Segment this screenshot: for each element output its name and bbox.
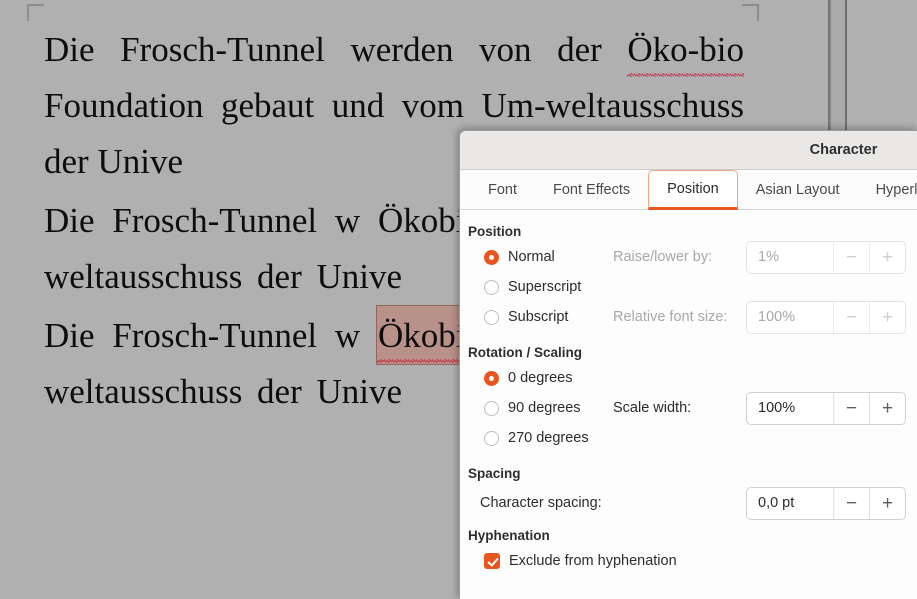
misspelled-word-oeko[interactable]: Öko-	[627, 22, 699, 78]
radio-item-0-degrees[interactable]: 0 degrees	[484, 370, 573, 386]
spinbox-raise-lower-value[interactable]: 1%	[747, 242, 833, 273]
character-dialog[interactable]: Character Font Font Effects Position Asi…	[459, 130, 917, 599]
row-subscript: Subscript Relative font size: 100% − +	[460, 300, 917, 334]
label-character-spacing: Character spacing:	[480, 495, 602, 511]
radio-item-superscript[interactable]: Superscript	[484, 279, 581, 295]
text-run: Foundation gebaut und vom Um-	[44, 86, 546, 125]
check-icon[interactable]	[484, 553, 500, 569]
radio-90-degrees-icon[interactable]	[484, 400, 499, 416]
raise-lower-decrement-button[interactable]: −	[833, 241, 869, 273]
section-title-spacing: Spacing	[468, 466, 521, 481]
spinbox-scale-width[interactable]: 100% − +	[746, 391, 906, 425]
dialog-title: Character	[809, 142, 878, 158]
row-0-degrees: 0 degrees	[460, 363, 917, 393]
scale-width-decrement-button[interactable]: −	[833, 392, 869, 424]
row-superscript: Superscript	[460, 272, 917, 302]
character-spacing-decrement-button[interactable]: −	[833, 487, 869, 519]
tab-font[interactable]: Font	[470, 170, 535, 209]
radio-0-degrees-icon[interactable]	[484, 370, 499, 386]
radio-item-normal[interactable]: Normal	[484, 249, 555, 265]
text-run: weltausschuss der Unive	[44, 372, 403, 411]
section-title-hyphenation: Hyphenation	[468, 528, 550, 543]
text-boundary-corner-top-right	[742, 4, 759, 21]
dialog-tab-strip[interactable]: Font Font Effects Position Asian Layout …	[460, 170, 917, 210]
tab-asian-layout[interactable]: Asian Layout	[738, 170, 858, 209]
radio-label-270-degrees: 270 degrees	[508, 430, 589, 446]
character-spacing-increment-button[interactable]: +	[869, 487, 905, 519]
row-exclude-hyphenation: Exclude from hyphenation	[460, 546, 917, 576]
text-run: Die Frosch-Tunnel w	[44, 201, 361, 240]
radio-subscript-icon[interactable]	[484, 309, 499, 325]
radio-item-subscript[interactable]: Subscript	[484, 309, 568, 325]
section-title-position: Position	[468, 224, 522, 239]
row-character-spacing: Character spacing: 0,0 pt − +	[460, 484, 917, 522]
label-raise-lower-by: Raise/lower by:	[613, 249, 713, 265]
relative-font-size-decrement-button[interactable]: −	[833, 301, 869, 333]
relative-font-size-increment-button[interactable]: +	[869, 301, 905, 333]
spinbox-scale-width-value[interactable]: 100%	[747, 393, 833, 424]
radio-item-270-degrees[interactable]: 270 degrees	[484, 430, 589, 446]
row-270-degrees: 270 degrees	[460, 423, 917, 453]
text-run: Die Frosch-Tunnel werden von der	[44, 30, 628, 69]
radio-normal-icon[interactable]	[484, 249, 499, 265]
raise-lower-increment-button[interactable]: +	[869, 241, 905, 273]
row-normal: Normal Raise/lower by: 1% − +	[460, 240, 917, 274]
checkbox-label-exclude-from-hyphenation: Exclude from hyphenation	[509, 553, 677, 569]
radio-label-normal: Normal	[508, 249, 555, 265]
dialog-body: Position Normal Raise/lower by: 1% − + S…	[460, 210, 917, 598]
label-scale-width: Scale width:	[613, 400, 692, 416]
dialog-titlebar[interactable]: Character	[460, 131, 917, 170]
checkbox-item-exclude-from-hyphenation[interactable]: Exclude from hyphenation	[484, 553, 677, 569]
label-relative-font-size: Relative font size:	[613, 309, 728, 325]
scale-width-increment-button[interactable]: +	[869, 392, 905, 424]
radio-superscript-icon[interactable]	[484, 279, 499, 295]
spinbox-relative-font-size-value[interactable]: 100%	[747, 302, 833, 333]
section-title-rotation-scaling: Rotation / Scaling	[468, 345, 583, 360]
radio-label-subscript: Subscript	[508, 309, 569, 325]
spinbox-relative-font-size[interactable]: 100% − +	[746, 300, 906, 334]
tab-position[interactable]: Position	[648, 170, 738, 210]
radio-label-0-degrees: 0 degrees	[508, 370, 573, 386]
row-90-degrees: 90 degrees Scale width: 100% − +	[460, 391, 917, 425]
radio-label-superscript: Superscript	[508, 279, 582, 295]
spinbox-character-spacing[interactable]: 0,0 pt − +	[746, 486, 906, 520]
radio-label-90-degrees: 90 degrees	[508, 400, 581, 416]
text-boundary-corner-top-left	[27, 4, 44, 21]
spinbox-character-spacing-value[interactable]: 0,0 pt	[747, 488, 833, 519]
tab-font-effects[interactable]: Font Effects	[535, 170, 648, 209]
text-run: Die Frosch-Tunnel w	[44, 316, 361, 355]
radio-270-degrees-icon[interactable]	[484, 430, 499, 446]
tab-hyperlink[interactable]: Hyperlink	[858, 170, 917, 209]
radio-item-90-degrees[interactable]: 90 degrees	[484, 400, 581, 416]
misspelled-word-bio[interactable]: bio	[699, 22, 744, 78]
text-run: weltausschuss der Unive	[44, 257, 403, 296]
spinbox-raise-lower-by[interactable]: 1% − +	[746, 240, 906, 274]
